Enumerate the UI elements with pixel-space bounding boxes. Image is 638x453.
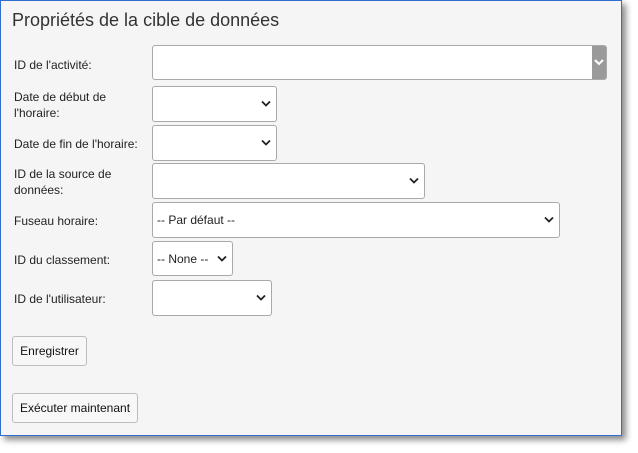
run-now-button[interactable]: Exécuter maintenant [12,393,138,423]
data-target-properties-panel: Propriétés de la cible de données ID de … [0,0,622,436]
ranking-id-value: -- None -- [157,251,209,266]
schedule-end-label: Date de fin de l'horaire: [14,137,138,151]
activity-dropdown-button[interactable] [592,46,606,79]
chevron-down-icon [261,139,271,147]
timezone-label: Fuseau horaire: [14,214,99,228]
ranking-id-select[interactable]: -- None -- [152,241,233,276]
activity-id-label: ID de l'activité: [14,58,92,72]
schedule-start-label: Date de début de l'horaire: [14,90,107,120]
timezone-select[interactable]: -- Par défaut -- [152,202,560,238]
chevron-down-icon [217,255,227,262]
save-button[interactable]: Enregistrer [12,336,87,366]
user-id-label: ID de l'utilisateur: [14,292,106,306]
ranking-id-label: ID du classement: [14,253,111,267]
activity-id-select[interactable] [152,45,607,80]
schedule-end-select[interactable] [152,125,277,161]
user-id-select[interactable] [152,280,272,316]
chevron-down-icon [544,216,554,224]
chevron-down-icon [409,177,419,185]
datasource-id-select[interactable] [152,163,425,199]
schedule-start-select[interactable] [152,86,277,122]
chevron-down-icon [261,100,271,108]
datasource-id-label: ID de la source de données: [14,167,112,197]
page-title: Propriétés de la cible de données [12,10,280,30]
chevron-down-icon [594,59,604,66]
timezone-value: -- Par défaut -- [157,213,236,227]
chevron-down-icon [256,294,266,302]
